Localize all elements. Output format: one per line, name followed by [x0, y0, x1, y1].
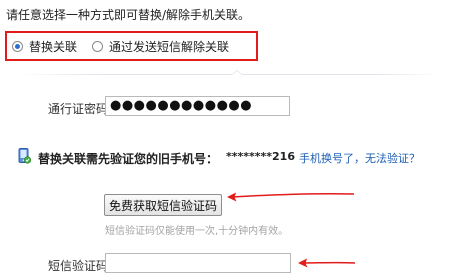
annotation-arrow-code [298, 258, 356, 268]
annotation-arrow-button [227, 192, 355, 202]
masked-phone-number: ********216 [226, 150, 295, 163]
divider-notch-inner [232, 71, 242, 75]
instruction-text: 请任意选择一种方式即可替换/解除手机关联。 [6, 8, 251, 22]
get-sms-code-button[interactable]: 免费获取短信验证码 [104, 194, 222, 216]
option-replace[interactable]: 替换关联 [12, 38, 77, 55]
sms-code-input[interactable] [105, 253, 291, 273]
sms-hint-text: 短信验证码仅能使用一次,十分钟内有效。 [105, 226, 289, 237]
phone-changed-link[interactable]: 手机换号了，无法验证？ [299, 150, 420, 166]
section-divider [18, 74, 438, 75]
option-unbind-sms-label: 通过发送短信解除关联 [109, 40, 230, 54]
verify-heading: 替换关联需先验证您的旧手机号： [38, 152, 219, 166]
option-replace-label: 替换关联 [29, 40, 78, 54]
option-unbind-sms[interactable]: 通过发送短信解除关联 [92, 38, 229, 55]
radio-replace[interactable] [12, 41, 23, 52]
radio-unbind-sms[interactable] [92, 41, 103, 52]
phone-check-icon [18, 148, 31, 164]
password-input[interactable]: ●●●●●●●●●●●● [105, 96, 290, 116]
